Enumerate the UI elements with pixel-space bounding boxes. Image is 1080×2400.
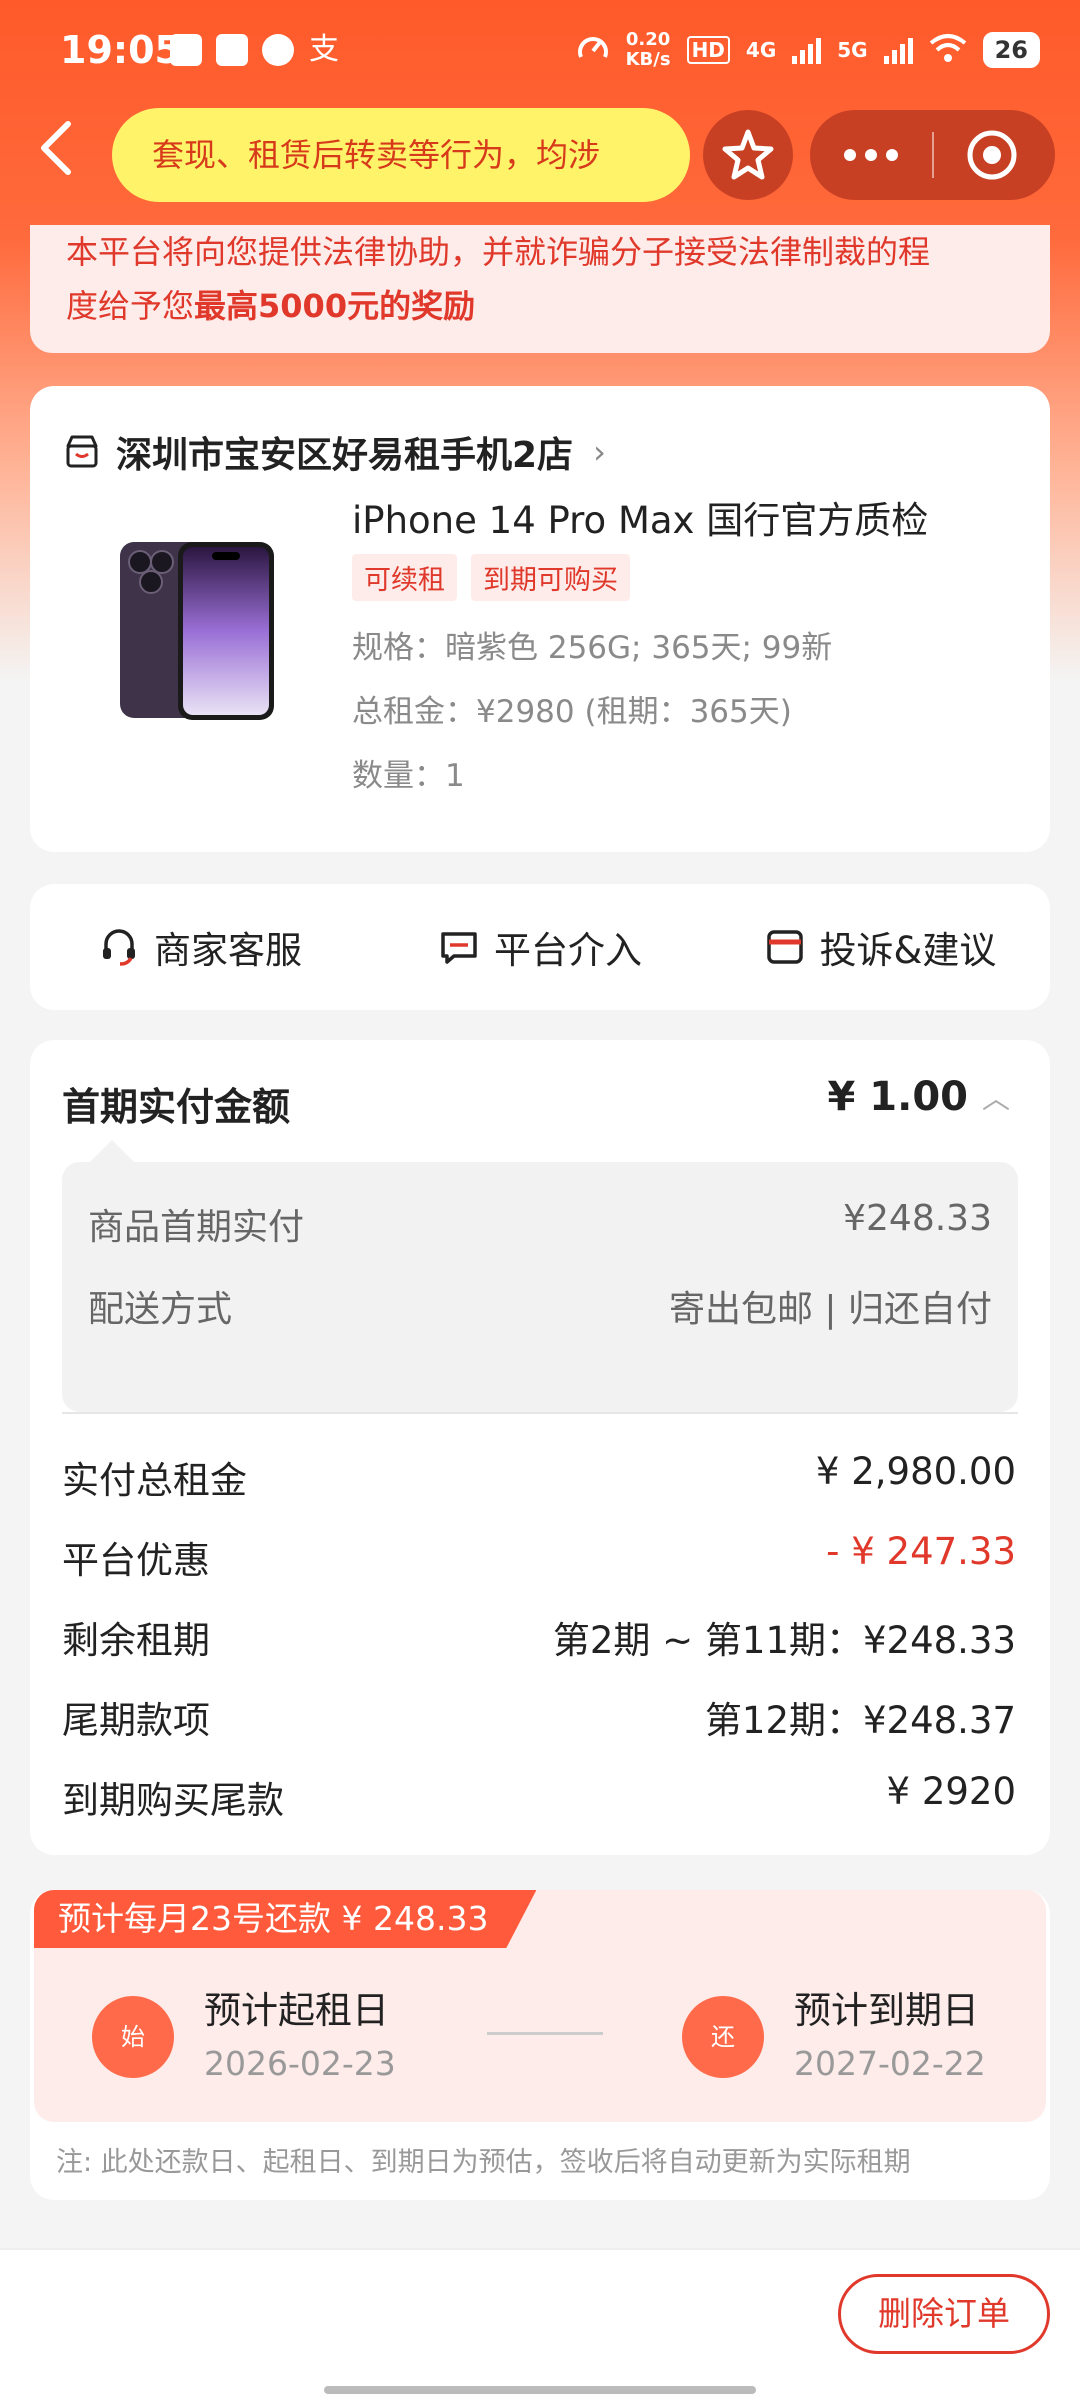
anti-fraud-notice-marquee[interactable]: 套现、租赁后转卖等行为，均涉 xyxy=(112,108,690,202)
detail-row-delivery: 配送方式 寄出包邮 | 归还自付 xyxy=(88,1289,992,1330)
mail-notification-icon xyxy=(216,34,248,66)
notification-icons: 支 xyxy=(170,34,340,66)
bottom-action-bar: 删除订单 xyxy=(0,2248,1080,2400)
chevron-right-icon: › xyxy=(593,433,606,471)
date-connector xyxy=(487,2032,603,2035)
end-date-value: 2027-02-22 xyxy=(794,2044,986,2083)
more-icon xyxy=(844,149,898,161)
star-icon xyxy=(722,129,774,180)
store-icon xyxy=(66,435,98,468)
favorite-button[interactable] xyxy=(703,110,793,200)
wifi-icon xyxy=(929,33,967,68)
complaint-label: 投诉&建议 xyxy=(819,929,997,972)
target-icon xyxy=(967,130,1017,180)
schedule-panel: 预计每月23号还款 ¥ 248.33 始 预计起租日 2026-02-23 还 … xyxy=(34,1890,1046,2122)
mini-program-capsule xyxy=(810,110,1055,200)
product-quantity: 数量：1 xyxy=(352,758,465,794)
tag-buyout: 到期可购买 xyxy=(471,554,630,601)
status-bar: 19:05 支 0.20 KB/s HD 4G 5G 26 xyxy=(0,0,1080,110)
row-final-period: 尾期款项 第12期：¥248.37 xyxy=(62,1699,1016,1742)
delete-order-button[interactable]: 删除订单 xyxy=(838,2274,1050,2354)
lte-label: 4G xyxy=(745,38,777,62)
first-payment-amount: ¥ 1.00 xyxy=(827,1074,968,1120)
more-button[interactable] xyxy=(810,110,932,200)
detail-row-first-pay: 商品首期实付 ¥248.33 xyxy=(88,1198,992,1248)
store-name: 深圳市宝安区好易租手机2店 xyxy=(116,435,574,476)
product-tags: 可续租 到期可购买 xyxy=(352,554,630,601)
fiveg-label: 5G xyxy=(837,38,868,62)
start-date-value: 2026-02-23 xyxy=(204,2044,396,2083)
store-link[interactable]: 深圳市宝安区好易租手机2店 › xyxy=(62,426,606,478)
back-button[interactable] xyxy=(36,118,76,188)
warning-line-1: 本平台将向您提供法律协助，并就诈骗分子接受法律制裁的程 xyxy=(66,233,931,271)
anti-fraud-warning: 本平台将向您提供法律协助，并就诈骗分子接受法律制裁的程 度给予您最高5000元的… xyxy=(30,225,1050,353)
platform-intervene-label: 平台介入 xyxy=(494,929,642,972)
home-indicator[interactable] xyxy=(324,2386,756,2394)
inbox-icon xyxy=(766,930,803,964)
first-payment-title: 首期实付金额 xyxy=(62,1085,291,1129)
first-payment-toggle[interactable]: ¥ 1.00 ︿ xyxy=(828,1074,1010,1120)
network-speed: 0.20 KB/s xyxy=(625,29,671,70)
warning-line-2: 度给予您最高5000元的奖励 xyxy=(66,287,476,325)
speedometer-icon xyxy=(576,31,610,70)
hd-voice-icon: HD xyxy=(686,36,730,64)
row-total-rent: 实付总租金 ¥ 2,980.00 xyxy=(62,1450,1016,1502)
divider xyxy=(62,1412,1018,1414)
product-card: 深圳市宝安区好易租手机2店 › iPhone 14 Pro Max 国行官方质检… xyxy=(30,386,1050,852)
complaint-button[interactable]: 投诉&建议 xyxy=(710,920,1050,974)
battery-indicator: 26 xyxy=(982,32,1040,68)
tag-renewable: 可续租 xyxy=(352,554,457,601)
end-date-label: 预计到期日 xyxy=(794,1989,979,2032)
platform-intervene-button[interactable]: 平台介入 xyxy=(370,920,710,974)
product-total-rent: 总租金：¥2980 (租期：365天) xyxy=(352,694,792,730)
product-title[interactable]: iPhone 14 Pro Max 国行官方质检 xyxy=(352,490,928,544)
merchant-service-button[interactable]: 商家客服 xyxy=(30,920,370,974)
row-remaining-periods: 剩余租期 第2期 ~ 第11期：¥248.33 xyxy=(62,1619,1016,1662)
payment-detail-panel: 商品首期实付 ¥248.33 配送方式 寄出包邮 | 归还自付 xyxy=(62,1140,1018,1412)
product-image[interactable] xyxy=(116,536,276,726)
calendar-start-icon: 始 xyxy=(92,1996,174,2078)
merchant-service-label: 商家客服 xyxy=(154,929,302,972)
schedule-note: 注: 此处还款日、起租日、到期日为预估，签收后将自动更新为实际租期 xyxy=(56,2147,911,2178)
chat-bubble-icon xyxy=(262,34,294,66)
close-mini-program-button[interactable] xyxy=(934,110,1055,200)
calendar-end-icon: 还 xyxy=(682,1996,764,2078)
repayment-schedule-card: 预计每月23号还款 ¥ 248.33 始 预计起租日 2026-02-23 还 … xyxy=(30,1890,1050,2200)
app-notification-icon xyxy=(170,34,202,66)
payment-summary-card: 首期实付金额 ¥ 1.00 ︿ 商品首期实付 ¥248.33 配送方式 寄出包邮… xyxy=(30,1040,1050,1855)
message-box-icon xyxy=(441,932,477,964)
chevron-left-icon xyxy=(41,121,71,175)
product-spec: 规格：暗紫色 256G; 365天; 99新 xyxy=(352,630,833,666)
alipay-icon: 支 xyxy=(309,32,339,67)
signal-bars-icon xyxy=(792,36,822,64)
row-platform-discount: 平台优惠 - ¥ 247.33 xyxy=(62,1530,1016,1582)
headset-icon xyxy=(103,929,135,966)
action-row: 商家客服 平台介入 投诉&建议 xyxy=(30,884,1050,1010)
status-time: 19:05 xyxy=(60,28,181,72)
monthly-repay-flag: 预计每月23号还款 ¥ 248.33 xyxy=(34,1890,537,1948)
row-buyout: 到期购买尾款 ¥ 2920 xyxy=(62,1770,1016,1822)
system-indicators: 0.20 KB/s HD 4G 5G 26 xyxy=(576,30,1040,70)
chevron-up-icon: ︿ xyxy=(981,1082,1010,1115)
start-date-label: 预计起租日 xyxy=(204,1989,389,2032)
signal-bars-icon xyxy=(883,36,913,64)
